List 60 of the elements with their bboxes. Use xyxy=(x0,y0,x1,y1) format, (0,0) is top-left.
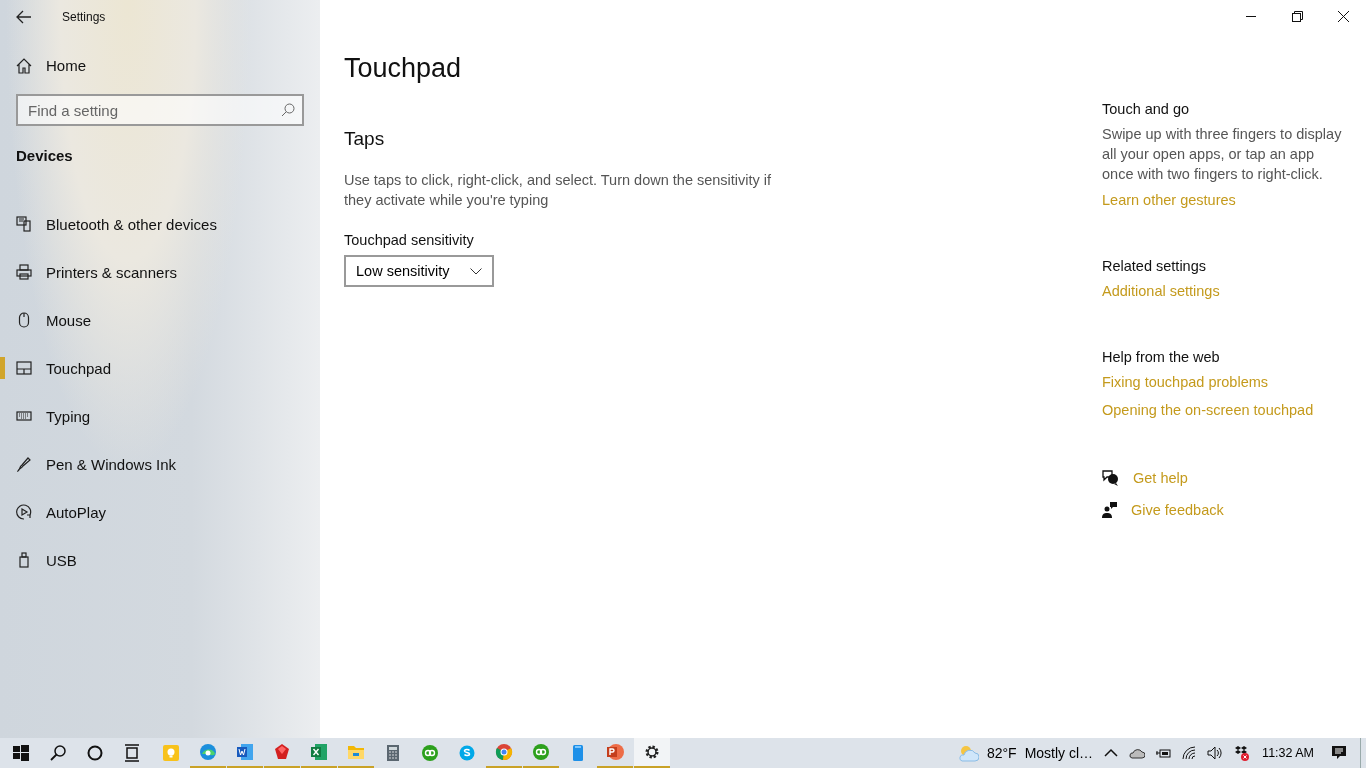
keyboard-icon xyxy=(16,408,32,424)
skype-icon xyxy=(457,743,477,763)
speaker-icon xyxy=(1207,745,1224,761)
home-link[interactable]: Home xyxy=(16,57,86,74)
minimize-icon xyxy=(1246,16,1256,17)
section-heading: Taps xyxy=(344,128,385,150)
chat-bubbles-icon xyxy=(1102,470,1119,486)
taskbar-app[interactable] xyxy=(634,738,670,768)
close-icon xyxy=(1337,11,1349,22)
autoplay-icon xyxy=(16,504,32,520)
page-title: Touchpad xyxy=(344,53,462,84)
notification-icon xyxy=(1331,745,1347,761)
gem-icon xyxy=(272,742,292,762)
chrome-icon xyxy=(494,742,514,762)
task-view-icon xyxy=(122,743,142,763)
search-field[interactable]: Find a setting xyxy=(16,94,304,126)
sidebar-heading: Related settings xyxy=(1102,258,1206,274)
clock[interactable]: 11:32 AM xyxy=(1254,738,1326,768)
ring-icon xyxy=(85,743,105,763)
touchpad-icon xyxy=(16,360,32,376)
cloud-sun-icon xyxy=(956,744,979,762)
nav-item[interactable]: Printers & scanners xyxy=(0,248,320,296)
excel-icon xyxy=(309,742,329,762)
nav-item[interactable]: AutoPlay xyxy=(0,488,320,536)
box-error-icon xyxy=(1233,745,1250,761)
pen-icon xyxy=(16,456,32,472)
help-text: Swipe up with three fingers to display all your open apps, or tap an app once with two fingers to right-click. xyxy=(1102,125,1343,184)
nav-item[interactable]: Bluetooth & other devices xyxy=(0,200,320,248)
window-title: Settings xyxy=(62,9,106,24)
search-icon xyxy=(48,743,68,763)
back-arrow-icon xyxy=(16,9,32,24)
devices-icon xyxy=(16,216,32,232)
person-feedback-icon xyxy=(1102,502,1117,518)
sensitivity-dropdown[interactable]: Low sensitivity xyxy=(344,255,494,287)
usb-icon xyxy=(16,552,32,568)
nav-item[interactable]: Mouse xyxy=(0,296,320,344)
linked-rings-icon xyxy=(420,743,440,763)
weather-widget[interactable]: 82°F Mostly cl… xyxy=(951,738,1099,768)
wifi-icon xyxy=(1181,745,1198,761)
description-text: Use taps to click, right-click, and select. Turn down the sensitivity if they activate while you're typing xyxy=(344,171,773,210)
browser-swirl-icon xyxy=(198,742,218,762)
sidebar-heading: Touch and go xyxy=(1102,101,1190,117)
section-heading: Devices xyxy=(16,147,73,164)
field-label: Touchpad sensitivity xyxy=(344,232,474,248)
printer-icon xyxy=(16,264,32,280)
sticky-note-icon xyxy=(161,743,181,763)
nav-item[interactable]: Pen & Windows Ink xyxy=(0,440,320,488)
home-icon xyxy=(16,57,32,74)
chevron-down-icon xyxy=(470,267,482,275)
nav-item[interactable]: Typing xyxy=(0,392,320,440)
word-icon xyxy=(235,742,255,762)
sidebar-heading: Help from the web xyxy=(1102,349,1220,365)
windows-logo-icon xyxy=(11,743,31,763)
linked-rings-icon xyxy=(531,742,551,762)
mouse-icon xyxy=(16,312,32,328)
powerpoint-icon xyxy=(605,742,625,762)
nav-item[interactable]: Touchpad xyxy=(0,344,320,392)
search-icon xyxy=(281,103,295,117)
nav-item[interactable]: USB xyxy=(0,536,320,584)
restore-icon xyxy=(1291,11,1303,22)
